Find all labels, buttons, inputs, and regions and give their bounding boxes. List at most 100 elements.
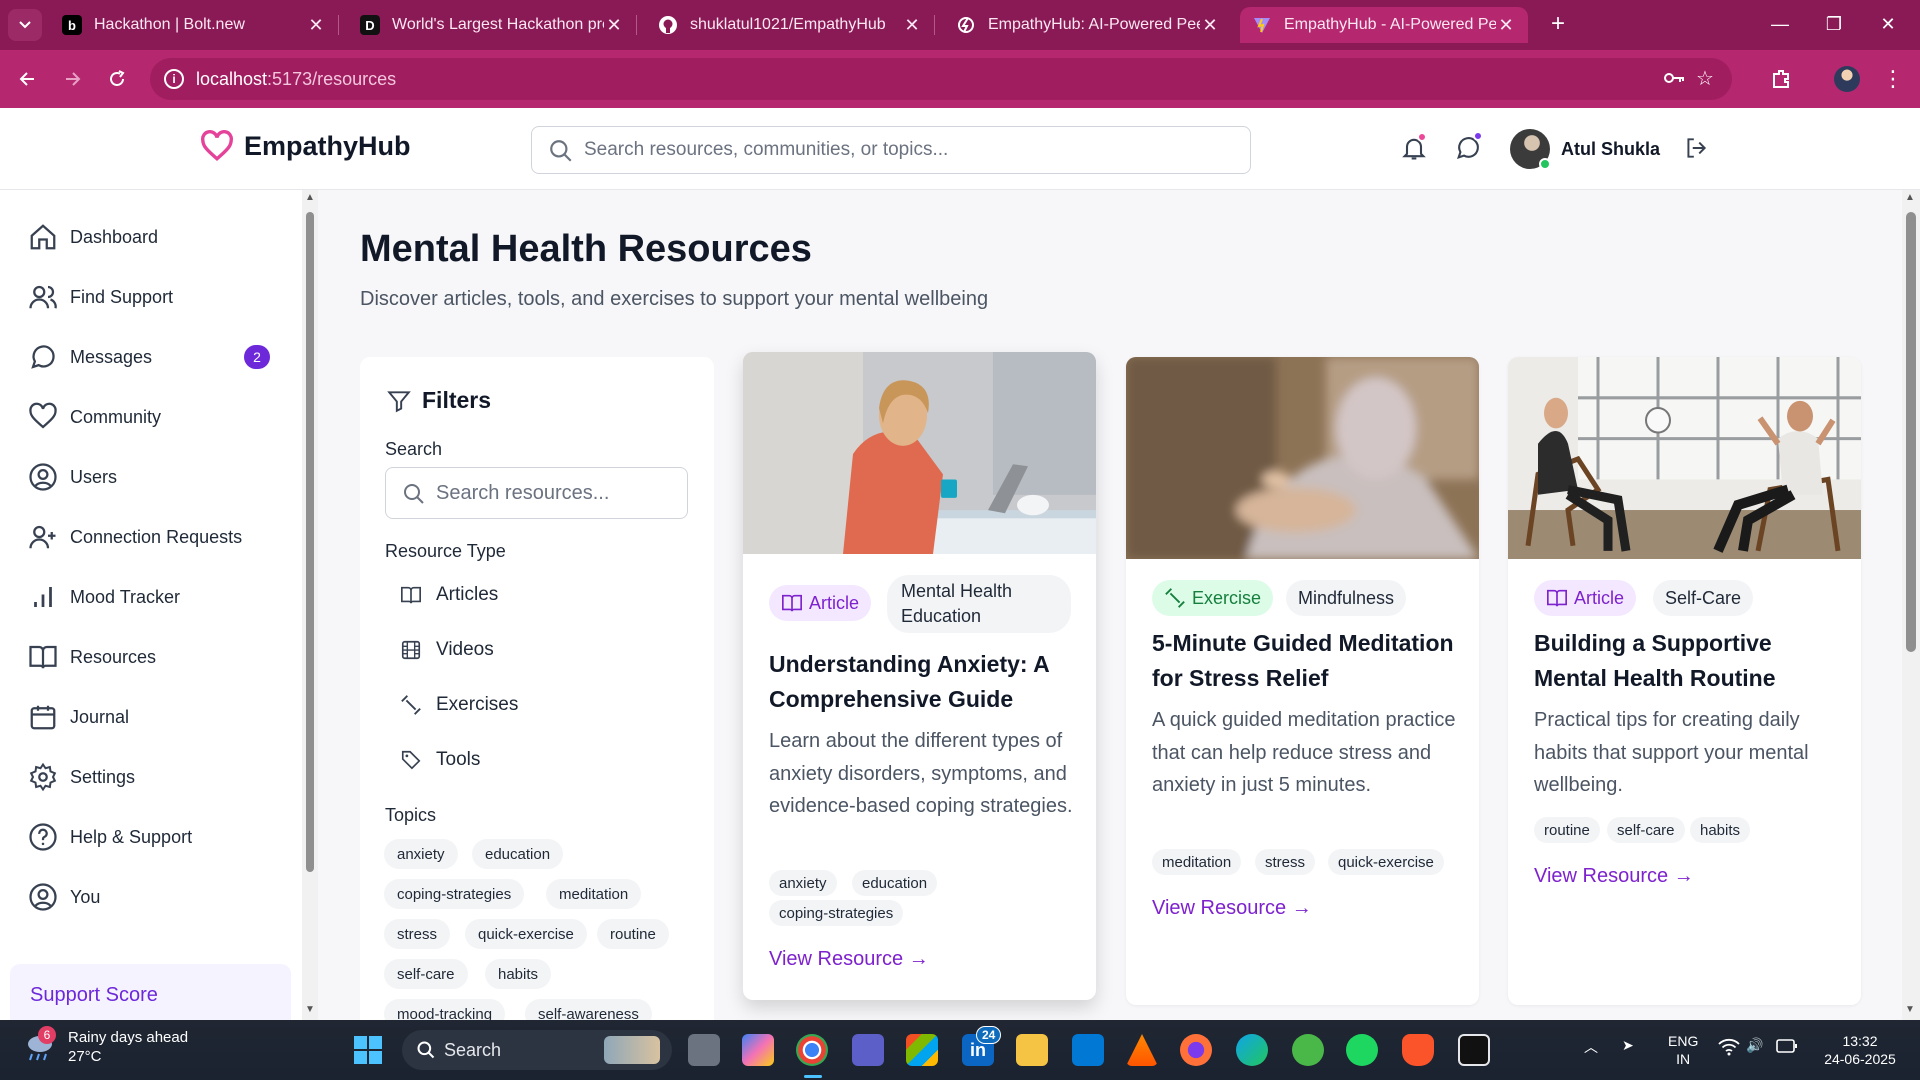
view-resource-link[interactable]: View Resource → <box>1152 897 1312 920</box>
close-window-button[interactable]: ✕ <box>1858 8 1918 40</box>
firefox-icon[interactable] <box>1180 1034 1212 1066</box>
resource-card[interactable]: Exercise Mindfulness 5-Minute Guided Med… <box>1126 357 1479 1005</box>
forward-button[interactable] <box>56 62 90 96</box>
linkedin-icon[interactable]: in 24 <box>962 1026 1002 1066</box>
scroll-up-arrow[interactable]: ▲ <box>305 192 315 203</box>
volume-icon[interactable]: 🔊 <box>1746 1036 1763 1054</box>
messages-button[interactable] <box>1454 131 1484 164</box>
resource-title[interactable]: Understanding Anxiety: A Comprehensive G… <box>769 647 1079 717</box>
restore-button[interactable]: ❐ <box>1804 8 1864 40</box>
sidebar-item-dashboard[interactable]: Dashboard <box>28 217 278 257</box>
language-indicator[interactable]: ENG IN <box>1668 1032 1698 1068</box>
close-icon[interactable]: ✕ <box>902 15 922 36</box>
topic-chip[interactable]: routine <box>597 919 669 949</box>
vscode-icon[interactable] <box>1072 1034 1104 1066</box>
site-info-icon[interactable]: i <box>164 69 184 89</box>
extensions-button[interactable] <box>1764 62 1798 96</box>
scroll-up-arrow[interactable]: ▲ <box>1905 192 1915 203</box>
close-icon[interactable]: ✕ <box>604 15 624 36</box>
brand-logo[interactable]: EmpathyHub <box>200 130 411 162</box>
profile-button[interactable] <box>1830 62 1864 96</box>
chevron-up-icon[interactable]: ︿ <box>1584 1038 1598 1056</box>
new-tab-button[interactable]: + <box>1543 10 1573 38</box>
topic-chip[interactable]: meditation <box>546 879 642 909</box>
view-resource-link[interactable]: View Resource → <box>1534 865 1694 888</box>
chrome-icon[interactable] <box>796 1034 828 1066</box>
sidebar-item-messages[interactable]: Messages 2 <box>28 337 278 377</box>
file-explorer-icon[interactable] <box>1016 1034 1048 1066</box>
sidebar-item-mood-tracker[interactable]: Mood Tracker <box>28 577 278 617</box>
utorrent-icon[interactable] <box>1292 1034 1324 1066</box>
topic-chip[interactable]: stress <box>384 919 451 949</box>
logout-button[interactable] <box>1683 135 1713 165</box>
topic-chip[interactable]: coping-strategies <box>384 879 525 909</box>
teams-icon[interactable] <box>852 1034 884 1066</box>
browser-tab-active[interactable]: EmpathyHub - AI-Powered Peer ✕ <box>1240 7 1528 43</box>
scroll-down-arrow[interactable]: ▼ <box>1905 1004 1915 1015</box>
sidebar-item-you[interactable]: You <box>28 877 278 917</box>
resource-title[interactable]: Building a Supportive Mental Health Rout… <box>1534 626 1844 696</box>
edge-icon[interactable] <box>1236 1034 1268 1066</box>
spotify-icon[interactable] <box>1346 1034 1378 1066</box>
scroll-down-arrow[interactable]: ▼ <box>305 1004 315 1015</box>
password-key-icon[interactable] <box>1662 66 1686 96</box>
back-button[interactable] <box>10 62 44 96</box>
resource-card[interactable]: Article Self-Care Building a Supportive … <box>1508 357 1861 1005</box>
main-scrollbar[interactable]: ▲ ▼ <box>1902 190 1920 1020</box>
topic-chip[interactable]: habits <box>485 959 552 989</box>
star-icon[interactable]: ☆ <box>1696 66 1714 91</box>
browser-tab[interactable]: shuklatul1021/EmpathyHub ✕ <box>646 7 935 43</box>
topic-chip[interactable]: education <box>472 839 564 869</box>
sidebar-item-connection-requests[interactable]: Connection Requests <box>28 517 278 557</box>
notifications-button[interactable] <box>1400 132 1430 164</box>
browser-tab[interactable]: D World's Largest Hackathon presented by… <box>348 7 637 43</box>
task-view-icon[interactable] <box>688 1034 720 1066</box>
taskbar-search[interactable]: Search <box>402 1030 672 1070</box>
view-resource-link[interactable]: View Resource → <box>769 948 929 971</box>
wifi-icon[interactable] <box>1718 1038 1740 1060</box>
global-search-input[interactable]: Search resources, communities, or topics… <box>531 126 1251 174</box>
sidebar-item-help-support[interactable]: Help & Support <box>28 817 278 857</box>
close-icon[interactable]: ✕ <box>1200 15 1220 36</box>
windows-start-button[interactable] <box>352 1034 384 1066</box>
weather-widget[interactable]: 6 Rainy days ahead 27°C <box>22 1026 188 1066</box>
filter-type-articles[interactable]: Articles <box>400 584 498 606</box>
minimize-button[interactable]: — <box>1750 8 1810 40</box>
sidebar-item-settings[interactable]: Settings <box>28 757 278 797</box>
battery-icon[interactable] <box>1776 1038 1798 1058</box>
topic-chip[interactable]: quick-exercise <box>465 919 587 949</box>
sidebar-item-resources[interactable]: Resources <box>28 637 278 677</box>
sidebar-scrollbar[interactable]: ▲ ▼ <box>302 190 318 1020</box>
brave-icon[interactable] <box>1402 1034 1434 1066</box>
filter-type-exercises[interactable]: Exercises <box>400 694 518 716</box>
vlc-icon[interactable] <box>1126 1034 1158 1066</box>
store-icon[interactable] <box>906 1034 938 1066</box>
reload-button[interactable] <box>100 62 134 96</box>
close-icon[interactable]: ✕ <box>306 15 326 36</box>
close-icon[interactable]: ✕ <box>1496 15 1516 36</box>
sidebar-item-users[interactable]: Users <box>28 457 278 497</box>
capcut-icon[interactable] <box>1458 1034 1490 1066</box>
filter-type-videos[interactable]: Videos <box>400 639 494 661</box>
sidebar-item-find-support[interactable]: Find Support <box>28 277 278 317</box>
topic-chip[interactable]: anxiety <box>384 839 458 869</box>
browser-tab[interactable]: EmpathyHub: AI-Powered Peer ✕ <box>944 7 1232 43</box>
sidebar-scroll-thumb[interactable] <box>306 212 314 872</box>
user-name[interactable]: Atul Shukla <box>1561 139 1660 160</box>
tab-search-button[interactable] <box>8 9 42 41</box>
browser-tab[interactable]: b Hackathon | Bolt.new ✕ <box>50 7 339 43</box>
main-scroll-thumb[interactable] <box>1906 212 1916 652</box>
user-avatar[interactable] <box>1510 129 1551 170</box>
resource-search-input[interactable]: Search resources... <box>385 467 688 519</box>
sidebar-item-community[interactable]: Community <box>28 397 278 437</box>
clock[interactable]: 13:32 24-06-2025 <box>1818 1032 1902 1068</box>
copilot-icon[interactable] <box>742 1034 774 1066</box>
address-bar[interactable]: i localhost:5173/resources ☆ <box>150 58 1732 100</box>
send-icon[interactable]: ➤ <box>1622 1036 1634 1054</box>
resource-title[interactable]: 5-Minute Guided Meditation for Stress Re… <box>1152 626 1462 696</box>
resource-card[interactable]: Article Mental Health Education Understa… <box>743 352 1096 1000</box>
filter-type-tools[interactable]: Tools <box>400 749 480 771</box>
sidebar-item-journal[interactable]: Journal <box>28 697 278 737</box>
topic-chip[interactable]: self-care <box>384 959 468 989</box>
browser-menu-button[interactable]: ⋮ <box>1876 62 1910 96</box>
